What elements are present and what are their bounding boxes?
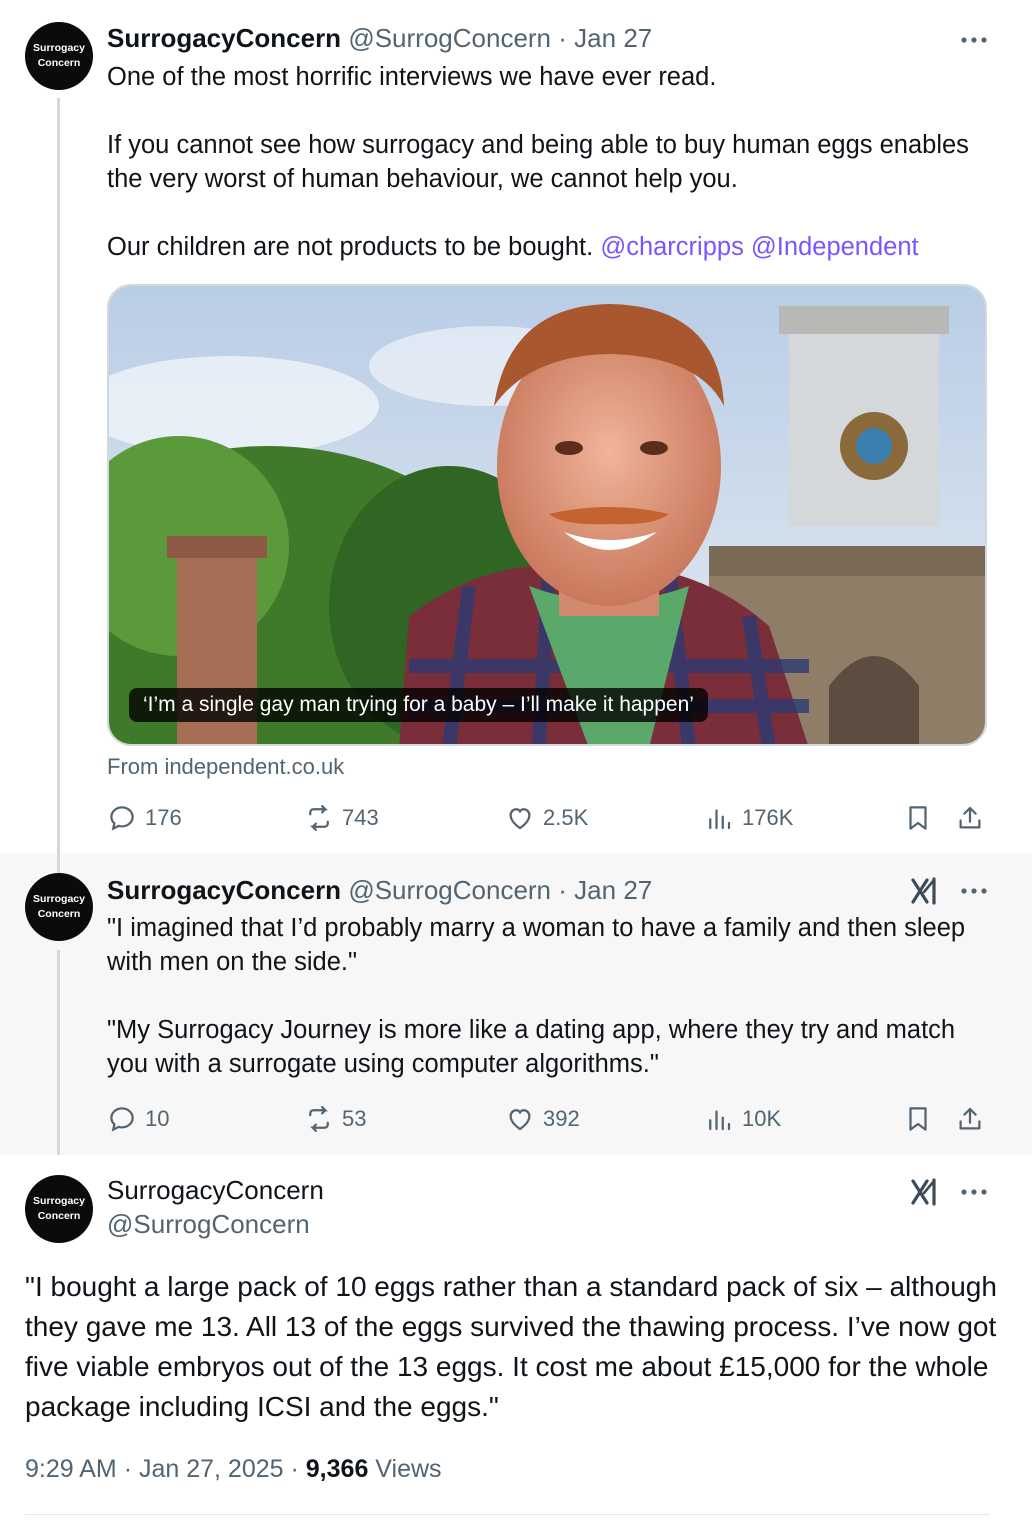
user-handle[interactable]: @SurrogConcern <box>348 875 551 905</box>
repost-icon <box>309 805 329 831</box>
share-button[interactable] <box>955 801 993 835</box>
thread-line <box>57 98 60 853</box>
tweet-text: "I bought a large pack of 10 eggs rather… <box>25 1271 997 1422</box>
tweet-2[interactable]: Surrogacy Concern SurrogacyConcern @Surr… <box>0 853 1032 1167</box>
views-chart-icon <box>709 1110 731 1131</box>
tweet-header: SurrogacyConcern @SurrogConcern · Jan 27 <box>107 874 652 906</box>
link-card[interactable]: ‘I’m a single gay man trying for a baby … <box>107 284 987 746</box>
post-time[interactable]: 9:29 AM <box>25 1455 117 1483</box>
tweet-text: "I imagined that I’d probably marry a wo… <box>107 914 966 1078</box>
reply-button[interactable]: 176 <box>107 801 182 835</box>
post-date[interactable]: Jan 27, 2025 <box>139 1455 284 1483</box>
thread-line <box>57 950 60 1167</box>
views-button[interactable]: 176K <box>704 801 793 835</box>
tweet-meta: 9:29 AM · Jan 27, 2025 · 9,366 Views <box>25 1455 442 1483</box>
views-count: 9,366 <box>305 1455 369 1483</box>
heart-icon <box>509 808 531 830</box>
repost-icon <box>309 1106 329 1132</box>
timestamp[interactable]: Jan 27 <box>574 23 652 53</box>
mention-link[interactable]: @Independent <box>751 233 919 261</box>
action-bar: 176 743 2.5K 176K <box>107 801 987 835</box>
views-button[interactable]: 10K <box>704 1102 781 1136</box>
display-name[interactable]: SurrogacyConcern <box>107 875 341 905</box>
repost-button[interactable]: 53 <box>304 1102 366 1136</box>
tweet-text: One of the most horrific interviews we h… <box>107 63 969 261</box>
card-caption: ‘I’m a single gay man trying for a baby … <box>129 688 708 722</box>
mention-link[interactable]: @charcripps <box>600 233 744 261</box>
grok-icon[interactable] <box>910 1177 940 1207</box>
divider <box>25 1514 990 1515</box>
grok-icon[interactable] <box>910 876 940 906</box>
share-button[interactable] <box>955 1102 993 1136</box>
display-name[interactable]: SurrogacyConcern <box>107 23 341 53</box>
like-button[interactable]: 2.5K <box>505 801 588 835</box>
avatar[interactable]: Surrogacy Concern <box>25 873 93 941</box>
user-handle[interactable]: @SurrogConcern <box>348 23 551 53</box>
thread-line <box>57 853 60 873</box>
display-name[interactable]: SurrogacyConcern <box>107 1174 324 1206</box>
more-options-icon[interactable] <box>959 876 989 906</box>
separator: · <box>558 875 567 905</box>
card-source[interactable]: From independent.co.uk <box>107 752 344 782</box>
share-icon <box>959 806 981 829</box>
share-icon <box>959 1107 981 1130</box>
user-handle[interactable]: @SurrogConcern <box>107 1208 310 1240</box>
reply-icon <box>110 806 134 831</box>
views-label: Views <box>375 1455 442 1483</box>
avatar[interactable]: Surrogacy Concern <box>25 1175 93 1243</box>
more-options-icon[interactable] <box>959 1177 989 1207</box>
reply-icon <box>110 1107 134 1132</box>
bookmark-button[interactable] <box>903 801 941 835</box>
reply-button[interactable]: 10 <box>107 1102 169 1136</box>
article-photo <box>109 286 985 744</box>
avatar[interactable]: Surrogacy Concern <box>25 22 93 90</box>
heart-icon <box>509 1109 531 1131</box>
bookmark-button[interactable] <box>903 1102 941 1136</box>
action-bar: 10 53 392 10K <box>107 1102 987 1136</box>
views-chart-icon <box>709 809 731 830</box>
timestamp[interactable]: Jan 27 <box>574 875 652 905</box>
bookmark-icon <box>909 1107 927 1131</box>
more-options-icon[interactable] <box>959 25 989 55</box>
tweet-header: SurrogacyConcern @SurrogConcern · Jan 27 <box>107 22 652 54</box>
like-button[interactable]: 392 <box>505 1102 580 1136</box>
tweet-1[interactable]: Surrogacy Concern SurrogacyConcern @Surr… <box>0 0 1032 853</box>
bookmark-icon <box>909 806 927 830</box>
separator: · <box>558 23 567 53</box>
repost-button[interactable]: 743 <box>304 801 379 835</box>
